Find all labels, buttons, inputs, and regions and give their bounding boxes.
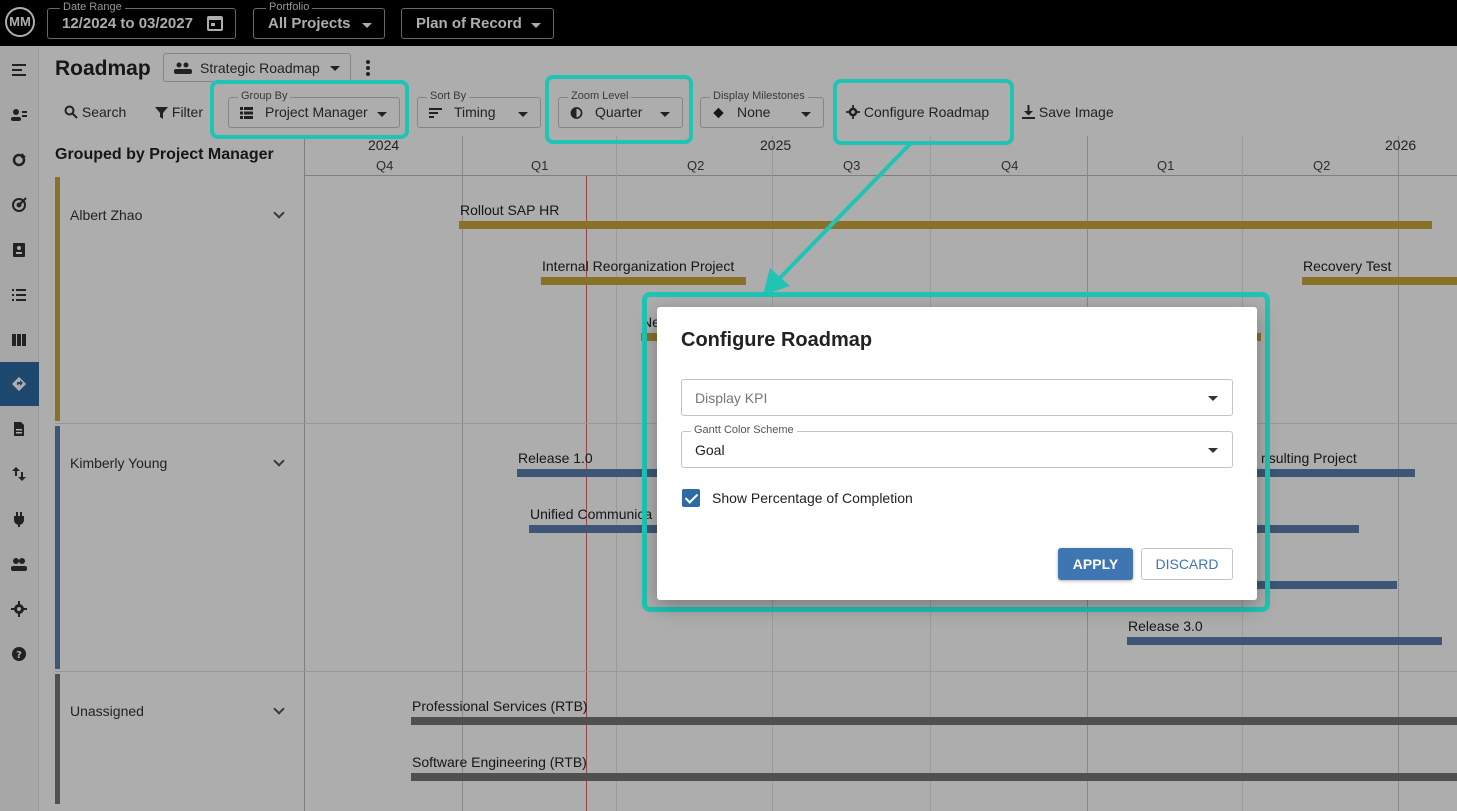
show-percentage-label[interactable]: Show Percentage of Completion: [712, 490, 913, 506]
apply-button[interactable]: APPLY: [1058, 548, 1133, 580]
chevron-down-icon: [1208, 396, 1218, 401]
discard-button[interactable]: DISCARD: [1141, 548, 1233, 580]
dialog-title: Configure Roadmap: [681, 329, 873, 351]
display-kpi-placeholder: Display KPI: [695, 390, 768, 406]
gantt-color-scheme-label: Gantt Color Scheme: [691, 424, 797, 436]
display-kpi-select[interactable]: Display KPI: [681, 379, 1233, 416]
chevron-down-icon: [1208, 448, 1218, 453]
show-percentage-checkbox[interactable]: [682, 489, 700, 507]
configure-roadmap-dialog: Configure Roadmap Display KPI Gantt Colo…: [657, 307, 1257, 600]
gantt-color-scheme-select[interactable]: Gantt Color Scheme Goal: [681, 424, 1233, 468]
gantt-color-scheme-value: Goal: [695, 442, 725, 458]
